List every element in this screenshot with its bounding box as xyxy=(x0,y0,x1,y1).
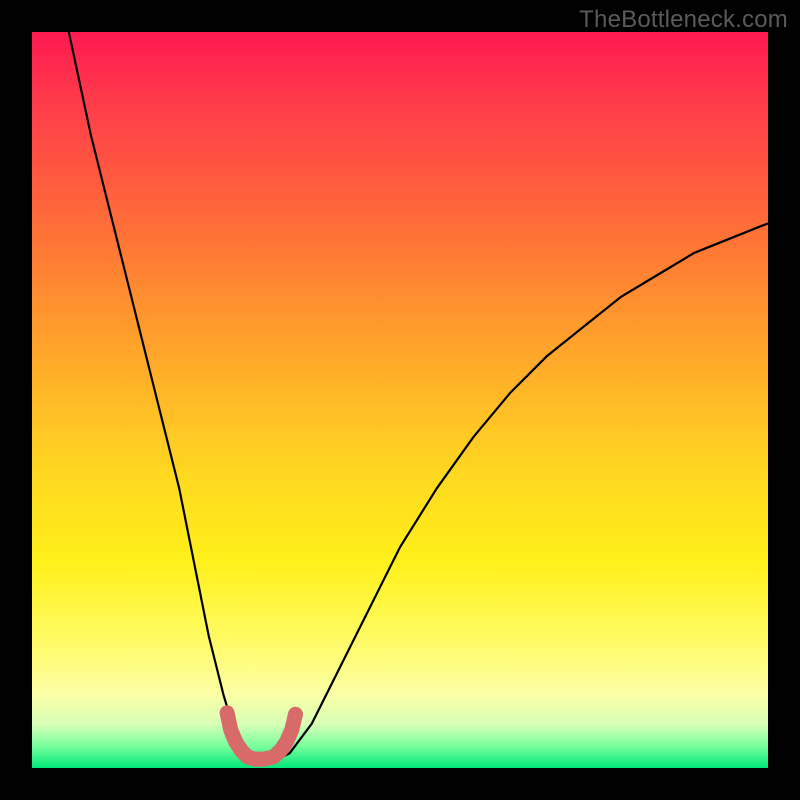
curve-layer xyxy=(32,32,768,768)
watermark-text: TheBottleneck.com xyxy=(579,6,788,34)
chart-stage: TheBottleneck.com xyxy=(0,0,800,800)
trough-marker-path xyxy=(227,713,295,759)
curve-path xyxy=(69,32,768,761)
plot-area xyxy=(32,32,768,768)
